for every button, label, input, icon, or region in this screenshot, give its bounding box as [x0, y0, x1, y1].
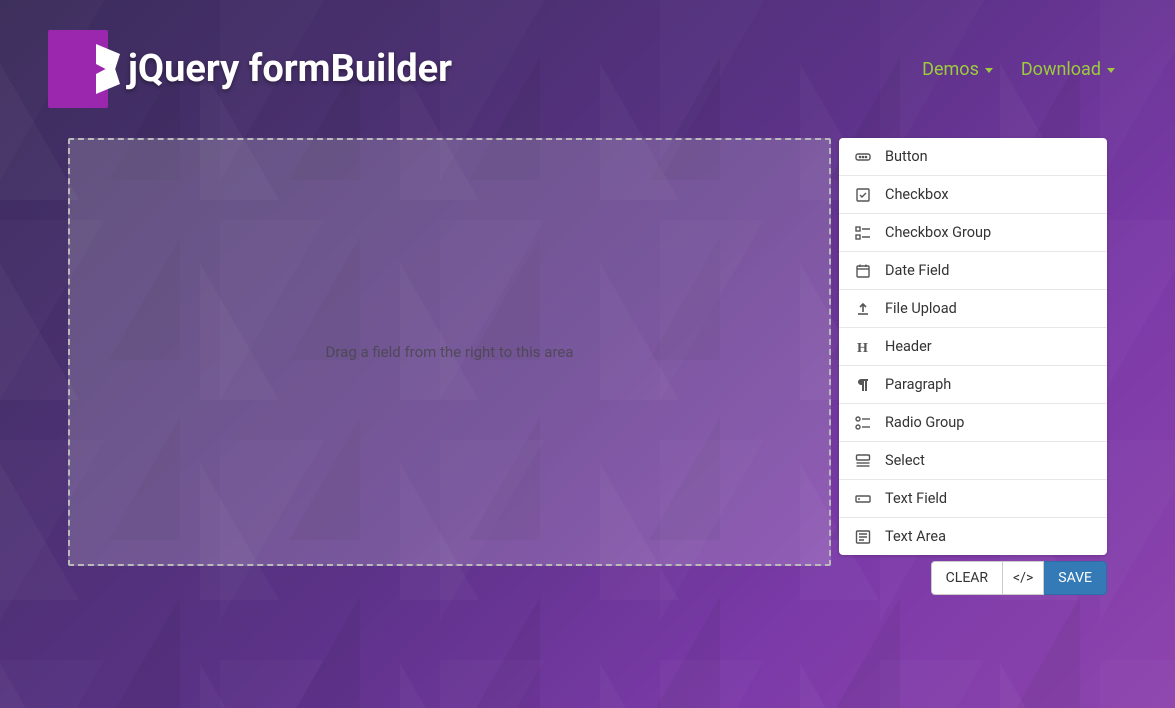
control-label: File Upload	[885, 300, 957, 317]
chevron-down-icon	[1107, 68, 1115, 73]
brand: jQuery formBuilder	[48, 30, 452, 108]
drop-stage[interactable]: Drag a field from the right to this area	[68, 138, 831, 566]
control-radio-group[interactable]: Radio Group	[839, 404, 1107, 442]
control-label: Text Area	[885, 528, 946, 545]
control-checkbox[interactable]: Checkbox	[839, 176, 1107, 214]
action-bar: CLEAR </> SAVE	[839, 561, 1107, 595]
control-label: Date Field	[885, 262, 949, 279]
nav-demos[interactable]: Demos	[922, 59, 993, 80]
control-label: Checkbox Group	[885, 224, 991, 241]
control-header[interactable]: H Header	[839, 328, 1107, 366]
code-toggle-button[interactable]: </>	[1003, 561, 1044, 595]
control-label: Radio Group	[885, 414, 964, 431]
select-icon	[855, 453, 871, 469]
controls-list: Button Checkbox Checkbox Group Date Fiel…	[839, 138, 1107, 555]
page-header: jQuery formBuilder Demos Download	[0, 0, 1175, 138]
paragraph-icon	[855, 377, 871, 393]
checkbox-group-icon	[855, 225, 871, 241]
control-file-upload[interactable]: File Upload	[839, 290, 1107, 328]
control-text-field[interactable]: Text Field	[839, 480, 1107, 518]
brand-title: jQuery formBuilder	[128, 47, 452, 91]
button-icon	[855, 149, 871, 165]
nav-label: Demos	[922, 59, 979, 80]
sidebar: Button Checkbox Checkbox Group Date Fiel…	[839, 138, 1107, 595]
svg-text:H: H	[857, 341, 868, 355]
control-label: Header	[885, 338, 932, 355]
control-label: Text Field	[885, 490, 947, 507]
control-checkbox-group[interactable]: Checkbox Group	[839, 214, 1107, 252]
control-select[interactable]: Select	[839, 442, 1107, 480]
control-label: Checkbox	[885, 186, 949, 203]
nav-download[interactable]: Download	[1021, 59, 1115, 80]
control-label: Select	[885, 452, 925, 469]
control-label: Button	[885, 148, 928, 165]
date-icon	[855, 263, 871, 279]
main-nav: Demos Download	[922, 59, 1115, 80]
stage-placeholder: Drag a field from the right to this area	[326, 343, 574, 361]
control-paragraph[interactable]: Paragraph	[839, 366, 1107, 404]
checkbox-icon	[855, 187, 871, 203]
logo-icon	[48, 30, 108, 108]
clear-button[interactable]: CLEAR	[931, 561, 1003, 595]
file-upload-icon	[855, 301, 871, 317]
nav-label: Download	[1021, 59, 1101, 80]
radio-group-icon	[855, 415, 871, 431]
form-builder: Drag a field from the right to this area…	[0, 138, 1175, 595]
save-button[interactable]: SAVE	[1044, 561, 1107, 595]
header-icon: H	[855, 339, 871, 355]
control-date-field[interactable]: Date Field	[839, 252, 1107, 290]
textarea-icon	[855, 529, 871, 545]
control-button[interactable]: Button	[839, 138, 1107, 176]
control-label: Paragraph	[885, 376, 951, 393]
chevron-down-icon	[985, 68, 993, 73]
control-text-area[interactable]: Text Area	[839, 518, 1107, 555]
text-field-icon	[855, 491, 871, 507]
